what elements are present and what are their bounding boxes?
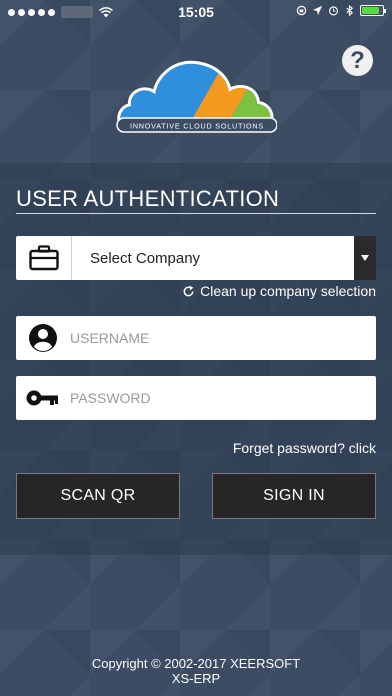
- sign-in-button[interactable]: SIGN IN: [212, 473, 376, 519]
- user-icon: [16, 323, 70, 353]
- battery-level: [362, 7, 379, 14]
- location-icon: [312, 5, 323, 16]
- forgot-password-link[interactable]: Forget password? click: [233, 440, 376, 456]
- username-field[interactable]: [16, 316, 376, 360]
- password-input[interactable]: [70, 376, 376, 420]
- username-input[interactable]: [70, 316, 376, 360]
- footer-copyright: Copyright © 2002-2017 XEERSOFT: [91, 656, 301, 671]
- cleanup-label: Clean up company selection: [200, 283, 376, 299]
- alarm-icon: [328, 6, 339, 16]
- rotation-lock-icon: [296, 5, 307, 16]
- briefcase-icon: [16, 236, 72, 280]
- scan-qr-button[interactable]: SCAN QR: [16, 473, 180, 519]
- company-select-value: Select Company: [90, 249, 201, 267]
- battery-icon: [360, 5, 386, 16]
- logo-tagline: INNOVATIVE CLOUD SOLUTIONS: [130, 122, 264, 131]
- status-bar: 15:05: [0, 0, 392, 24]
- page-title: USER AUTHENTICATION: [16, 186, 280, 211]
- cleanup-company-link[interactable]: Clean up company selection: [182, 283, 376, 299]
- chevron-down-icon[interactable]: [354, 236, 376, 280]
- refresh-icon: [183, 285, 194, 296]
- password-field[interactable]: [16, 376, 376, 420]
- key-icon: [16, 388, 70, 408]
- title-divider: [16, 213, 376, 214]
- status-icons: [296, 5, 386, 16]
- bluetooth-icon: [346, 5, 354, 16]
- footer-product: XS-ERP: [171, 671, 221, 686]
- company-select[interactable]: Select Company: [16, 236, 376, 280]
- company-logo: INNOVATIVE CLOUD SOLUTIONS: [116, 60, 277, 133]
- help-button[interactable]: ?: [342, 45, 373, 76]
